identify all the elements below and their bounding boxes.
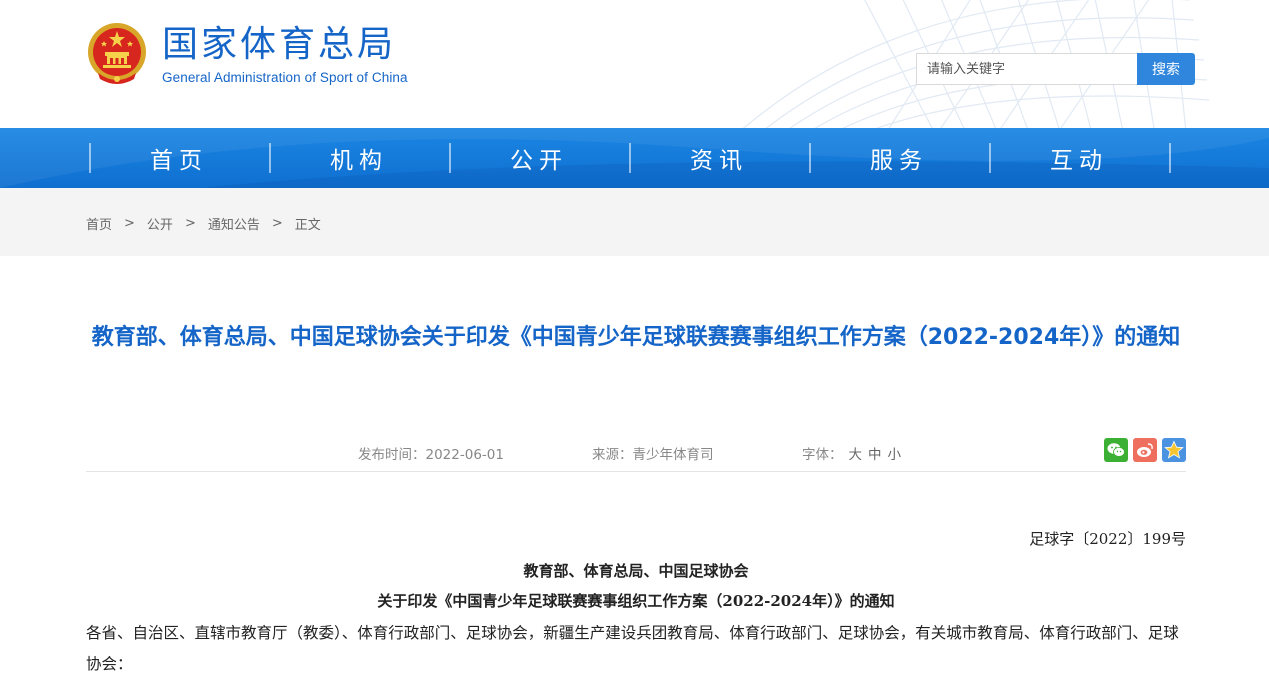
site-name-cn: 国家体育总局 xyxy=(162,23,397,65)
search-input[interactable] xyxy=(916,53,1137,85)
logo-text: 国家体育总局 General Administration of Sport o… xyxy=(162,24,408,85)
document-subtitle: 关于印发《中国青少年足球联赛赛事组织工作方案（2022-2024年）》的通知 xyxy=(377,592,895,610)
nav-list: 首页 机构 公开 资讯 服务 互动 xyxy=(89,128,1169,188)
nav-item-public[interactable]: 公开 xyxy=(449,128,629,188)
site-name-en: General Administration of Sport of China xyxy=(162,69,408,85)
document-number: 足球字〔2022〕199号 xyxy=(1029,530,1186,548)
nav-label: 公开 xyxy=(510,148,568,174)
star-icon[interactable] xyxy=(1162,438,1186,462)
document-issuers: 教育部、体育总局、中国足球协会 xyxy=(523,562,749,580)
nav-label: 首页 xyxy=(150,148,208,174)
publish-label: 发布时间： xyxy=(358,447,426,463)
publish-info: 发布时间：2022-06-01 xyxy=(358,443,504,463)
national-emblem-icon xyxy=(88,23,146,84)
source-value: 青少年体育司 xyxy=(632,447,714,463)
site-header: 国家体育总局 General Administration of Sport o… xyxy=(0,0,1269,128)
search-button[interactable]: 搜索 xyxy=(1137,53,1195,85)
breadcrumb-current: 正文 xyxy=(294,218,321,233)
document-body: 各省、自治区、直辖市教育厅（教委）、体育行政部门、足球协会，新疆生产建设兵团教育… xyxy=(86,624,1179,673)
breadcrumb-home[interactable]: 首页 xyxy=(86,214,112,233)
nav-separator xyxy=(809,143,811,173)
nav-separator xyxy=(629,143,631,173)
nav-separator xyxy=(989,143,991,173)
main-nav: 首页 机构 公开 资讯 服务 互动 xyxy=(0,128,1269,188)
source-label: 来源： xyxy=(592,447,633,463)
article-title: 教育部、体育总局、中国足球协会关于印发《中国青少年足球联赛赛事组织工作方案（20… xyxy=(91,325,1181,350)
nav-separator xyxy=(1169,143,1171,173)
breadcrumb: 首页 > 公开 > 通知公告 > 正文 xyxy=(86,214,321,233)
publish-date: 2022-06-01 xyxy=(425,447,504,463)
nav-separator xyxy=(449,143,451,173)
font-small-button[interactable]: 小 xyxy=(888,447,902,463)
nav-label: 资讯 xyxy=(690,148,748,174)
nav-item-institutions[interactable]: 机构 xyxy=(269,128,449,188)
nav-separator xyxy=(89,143,91,173)
share-buttons xyxy=(1104,438,1186,462)
breadcrumb-notices[interactable]: 通知公告 xyxy=(208,214,260,233)
source-info: 来源：青少年体育司 xyxy=(592,443,714,463)
breadcrumb-separator: > xyxy=(271,216,283,231)
breadcrumb-separator: > xyxy=(184,216,196,231)
nav-item-home[interactable]: 首页 xyxy=(89,128,269,188)
font-large-button[interactable]: 大 xyxy=(849,447,863,463)
nav-label: 互动 xyxy=(1050,148,1108,174)
weibo-icon[interactable] xyxy=(1133,438,1157,462)
nav-label: 服务 xyxy=(870,148,928,174)
font-medium-button[interactable]: 中 xyxy=(868,447,882,463)
breadcrumb-separator: > xyxy=(124,216,135,231)
font-label: 字体： xyxy=(802,447,843,463)
site-logo[interactable]: 国家体育总局 General Administration of Sport o… xyxy=(86,21,408,87)
article-content: 足球字〔2022〕199号 教育部、体育总局、中国足球协会 关于印发《中国青少年… xyxy=(86,528,1186,680)
nav-label: 机构 xyxy=(330,148,388,174)
nav-separator xyxy=(269,143,271,173)
nav-item-interaction[interactable]: 互动 xyxy=(989,128,1169,188)
font-size-control: 字体： 大中小 xyxy=(802,443,901,463)
search-bar: 搜索 xyxy=(916,53,1195,85)
breadcrumb-public[interactable]: 公开 xyxy=(147,214,173,233)
wechat-icon[interactable] xyxy=(1104,438,1128,462)
nav-item-services[interactable]: 服务 xyxy=(809,128,989,188)
article-meta: 发布时间：2022-06-01 来源：青少年体育司 字体： 大中小 xyxy=(86,438,1186,472)
nav-item-news[interactable]: 资讯 xyxy=(629,128,809,188)
